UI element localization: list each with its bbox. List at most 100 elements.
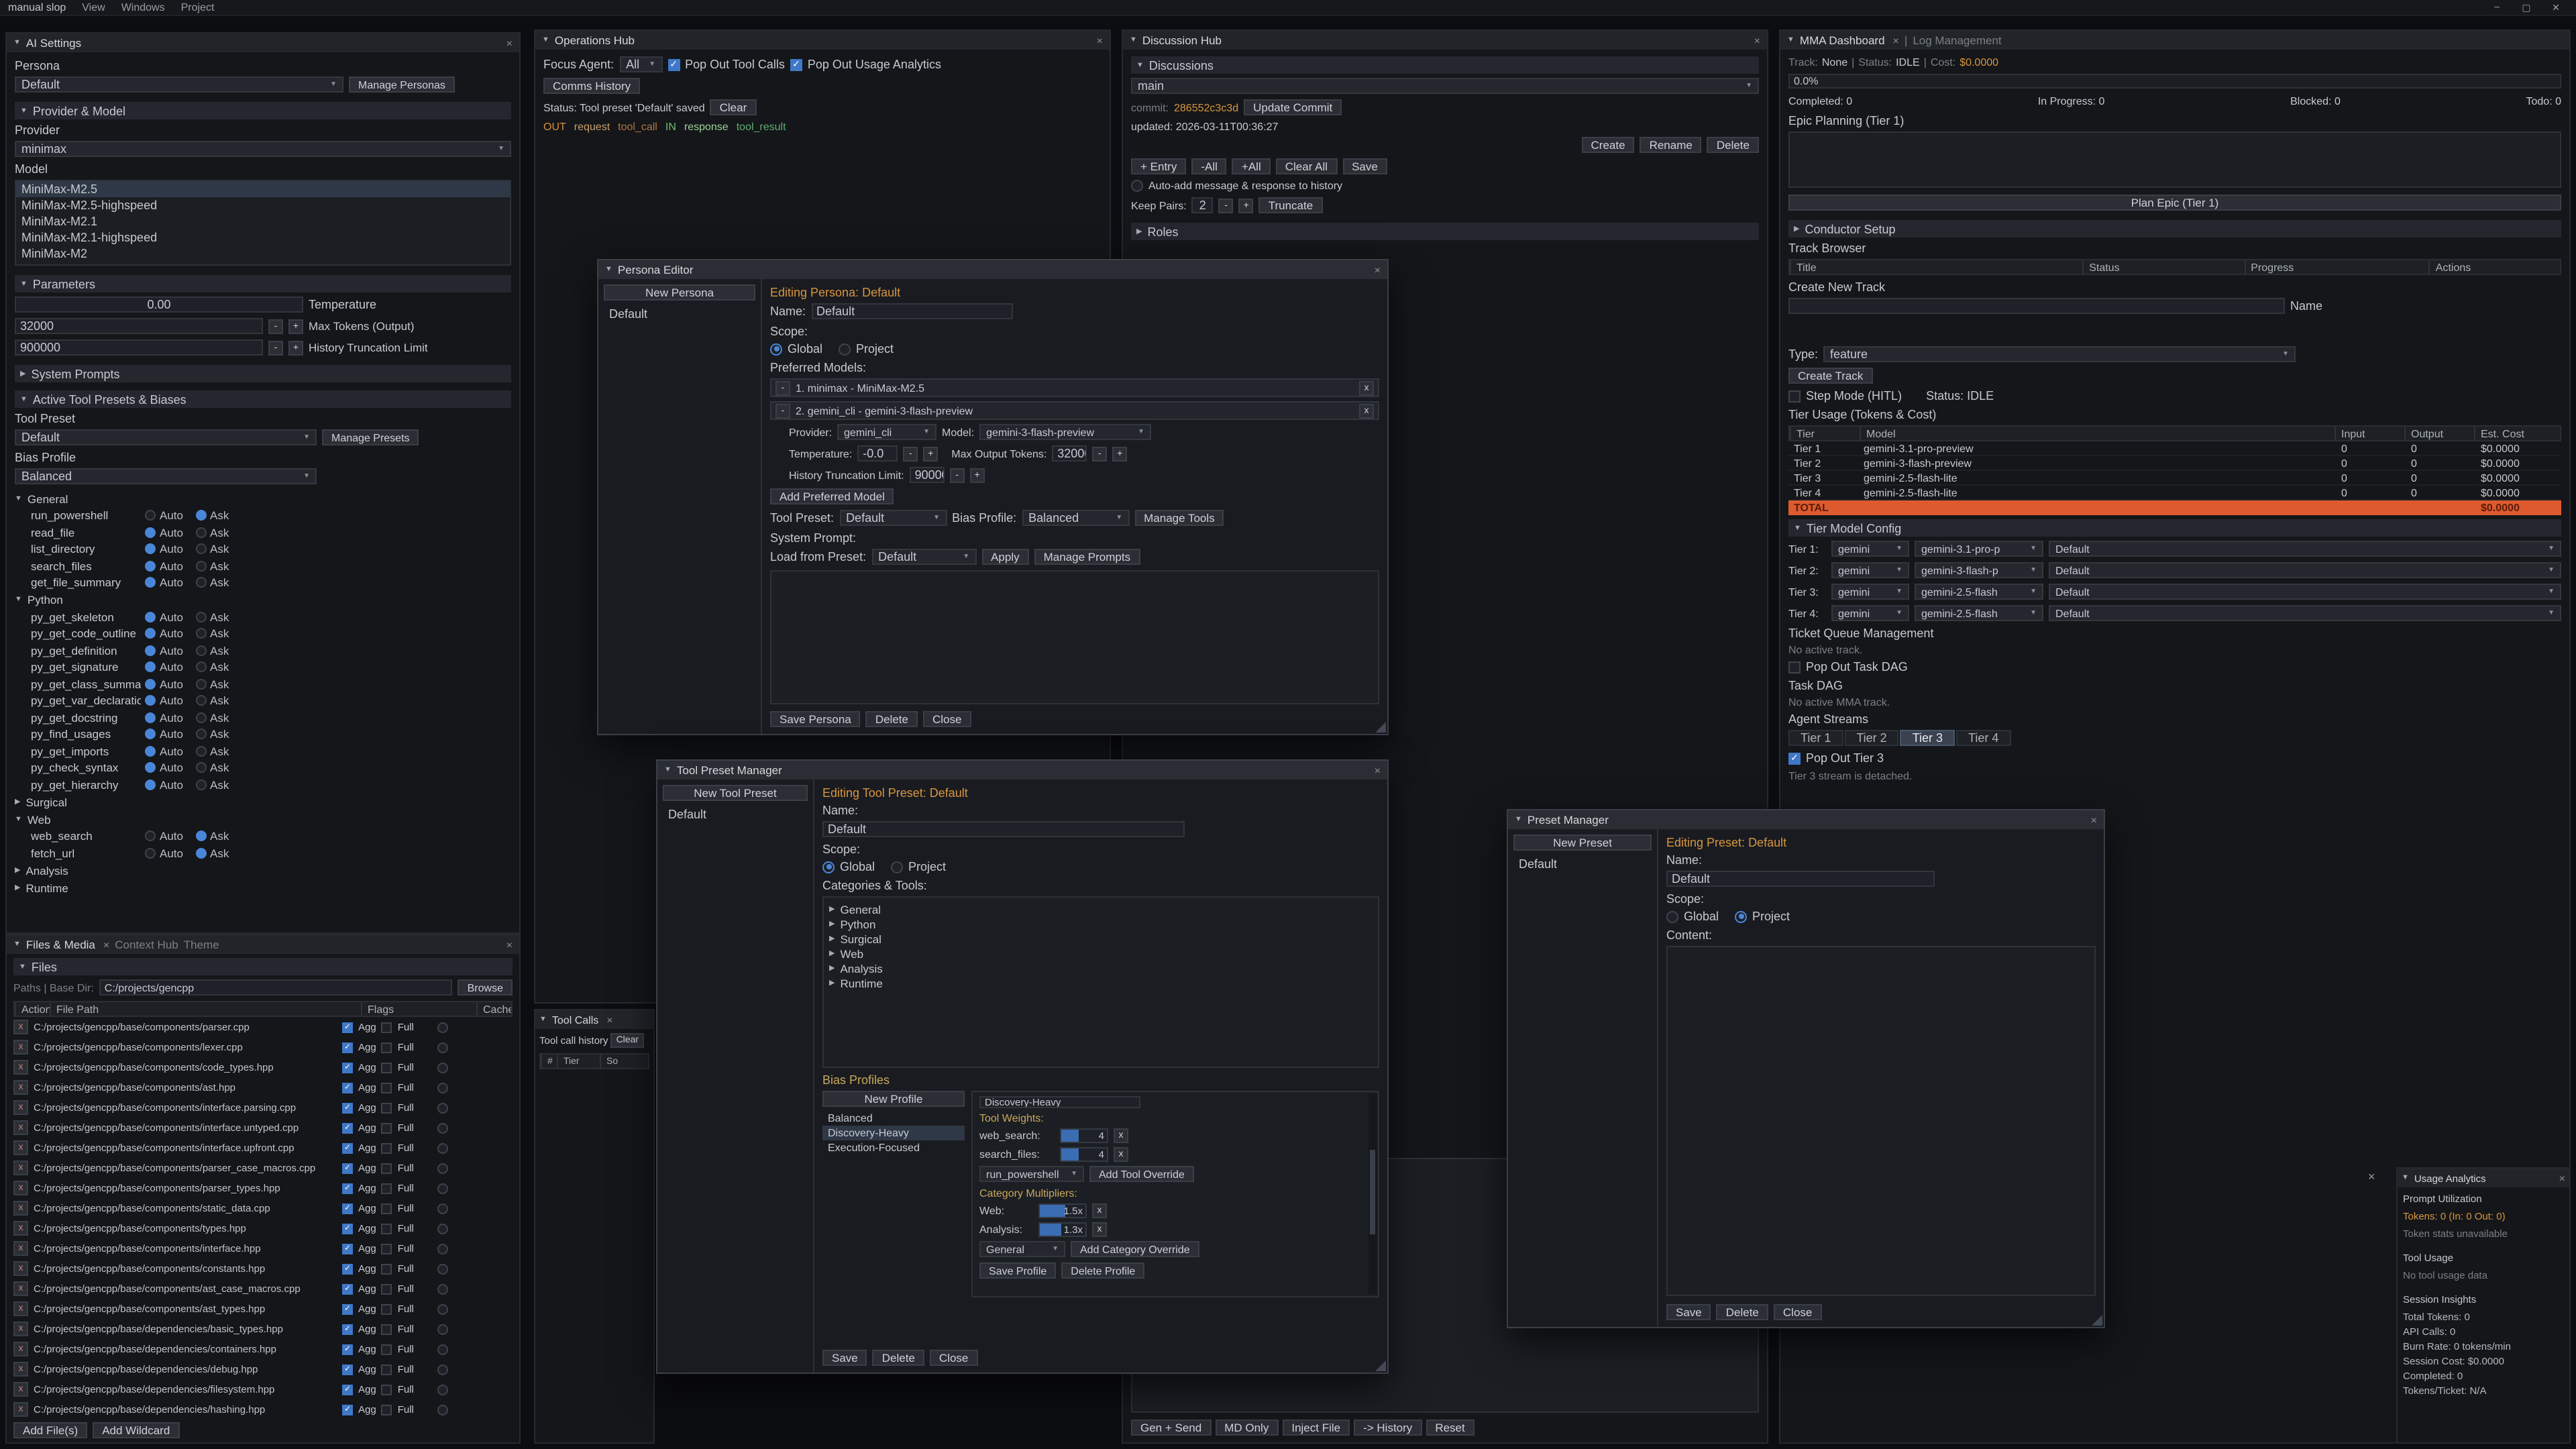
discussion-action-button[interactable]: Reset bbox=[1426, 1419, 1474, 1436]
remove-file-button[interactable]: x bbox=[13, 1080, 28, 1095]
agg-checkbox[interactable] bbox=[342, 1142, 353, 1153]
cache-radio[interactable] bbox=[438, 1283, 449, 1294]
temperature-input[interactable]: -0.0 bbox=[857, 445, 898, 462]
tab-mma-dashboard[interactable]: MMA Dashboard bbox=[1800, 34, 1885, 47]
cache-radio[interactable] bbox=[438, 1223, 449, 1234]
remove-file-button[interactable]: x bbox=[13, 1322, 28, 1336]
full-checkbox[interactable] bbox=[382, 1283, 392, 1294]
cache-radio[interactable] bbox=[438, 1042, 449, 1053]
keep-pairs-input[interactable]: 2 bbox=[1192, 197, 1214, 213]
auto-radio[interactable] bbox=[145, 780, 156, 790]
agg-checkbox[interactable] bbox=[342, 1022, 353, 1032]
cache-radio[interactable] bbox=[438, 1203, 449, 1214]
auto-add-checkbox[interactable] bbox=[1131, 180, 1143, 192]
close-icon[interactable]: × bbox=[1754, 34, 1760, 46]
update-commit-button[interactable]: Update Commit bbox=[1244, 99, 1342, 115]
new-tool-preset-button[interactable]: New Tool Preset bbox=[663, 785, 808, 801]
add-category-override-button[interactable]: Add Category Override bbox=[1071, 1241, 1199, 1257]
decrement-button[interactable]: - bbox=[268, 319, 283, 333]
ask-radio[interactable] bbox=[195, 746, 206, 757]
new-preset-button[interactable]: New Preset bbox=[1513, 835, 1652, 851]
clear-button[interactable]: Clear bbox=[611, 1033, 644, 1048]
tier-provider-select[interactable]: gemini ▼ bbox=[1831, 605, 1909, 621]
delete-button[interactable]: Delete bbox=[1717, 1304, 1768, 1320]
new-profile-button[interactable]: New Profile bbox=[822, 1091, 965, 1107]
auto-radio[interactable] bbox=[145, 763, 156, 773]
remove-file-button[interactable]: x bbox=[13, 1261, 28, 1276]
scrollbar[interactable] bbox=[1368, 1093, 1377, 1295]
model-option[interactable]: MiniMax-M2.1 bbox=[16, 213, 510, 229]
ask-radio[interactable] bbox=[195, 511, 206, 521]
multiplier-slider[interactable]: 1.5x bbox=[1038, 1203, 1087, 1218]
auto-radio[interactable] bbox=[145, 561, 156, 572]
ai-settings-header[interactable]: ▼ AI Settings × bbox=[7, 34, 519, 52]
agg-checkbox[interactable] bbox=[342, 1404, 353, 1415]
cache-radio[interactable] bbox=[438, 1404, 449, 1415]
resize-grip[interactable] bbox=[2092, 1315, 2102, 1326]
remove-file-button[interactable]: x bbox=[13, 1342, 28, 1356]
full-checkbox[interactable] bbox=[382, 1223, 392, 1234]
create-track-button[interactable]: Create Track bbox=[1788, 368, 1872, 384]
model-option[interactable]: MiniMax-M2.5-highspeed bbox=[16, 197, 510, 213]
ask-radio[interactable] bbox=[195, 848, 206, 859]
bias-profile-item[interactable]: Discovery-Heavy bbox=[822, 1126, 965, 1140]
remove-model-button[interactable]: x bbox=[1359, 403, 1374, 418]
collapse-model-button[interactable]: - bbox=[775, 403, 790, 418]
ask-radio[interactable] bbox=[195, 696, 206, 706]
tier-provider-select[interactable]: gemini ▼ bbox=[1831, 584, 1909, 600]
epic-planning-input[interactable] bbox=[1788, 131, 2561, 188]
tool-preset-select[interactable]: Default ▼ bbox=[839, 510, 947, 526]
collapse-icon[interactable]: ▼ bbox=[539, 1016, 547, 1024]
delete-persona-button[interactable]: Delete bbox=[866, 711, 918, 727]
agg-checkbox[interactable] bbox=[342, 1203, 353, 1214]
auto-radio[interactable] bbox=[145, 544, 156, 555]
persona-name-input[interactable]: Default bbox=[811, 303, 1012, 319]
track-name-input[interactable] bbox=[1788, 298, 2285, 314]
weight-slider[interactable]: 4 bbox=[1060, 1147, 1108, 1162]
cache-radio[interactable] bbox=[438, 1122, 449, 1133]
increment-button[interactable]: + bbox=[288, 319, 303, 333]
remove-file-button[interactable]: x bbox=[13, 1060, 28, 1075]
persona-list-item[interactable]: Default bbox=[604, 306, 755, 322]
remove-file-button[interactable]: x bbox=[13, 1100, 28, 1115]
remove-multiplier-button[interactable]: x bbox=[1092, 1203, 1107, 1218]
apply-button[interactable]: Apply bbox=[981, 549, 1029, 565]
agg-checkbox[interactable] bbox=[342, 1102, 353, 1113]
tool-preset-name-input[interactable]: Default bbox=[822, 821, 1185, 837]
tier-model-select[interactable]: gemini-3.1-pro-p ▼ bbox=[1915, 541, 2043, 557]
close-button[interactable]: Close bbox=[923, 711, 971, 727]
persona-select[interactable]: Default ▼ bbox=[15, 76, 343, 93]
save-persona-button[interactable]: Save Persona bbox=[770, 711, 861, 727]
tier-provider-select[interactable]: gemini ▼ bbox=[1831, 562, 1909, 578]
step-mode-checkbox[interactable] bbox=[1788, 390, 1801, 402]
remove-weight-button[interactable]: x bbox=[1114, 1128, 1128, 1143]
clear-button[interactable]: Clear bbox=[710, 99, 757, 115]
section-conductor-setup[interactable]: ▶ Conductor Setup bbox=[1788, 220, 2561, 237]
manage-presets-button[interactable]: Manage Presets bbox=[322, 429, 419, 445]
full-checkbox[interactable] bbox=[382, 1364, 392, 1375]
agg-checkbox[interactable] bbox=[342, 1344, 353, 1354]
agg-checkbox[interactable] bbox=[342, 1303, 353, 1314]
full-checkbox[interactable] bbox=[382, 1142, 392, 1153]
menu-item[interactable]: View bbox=[82, 1, 105, 13]
auto-radio[interactable] bbox=[145, 848, 156, 859]
remove-file-button[interactable]: x bbox=[13, 1281, 28, 1296]
manage-tools-button[interactable]: Manage Tools bbox=[1134, 510, 1224, 526]
tool-group-python[interactable]: ▼ Python bbox=[15, 591, 511, 608]
close-icon[interactable]: × bbox=[2559, 1172, 2565, 1184]
agg-checkbox[interactable] bbox=[342, 1223, 353, 1234]
section-active-presets[interactable]: ▼ Active Tool Presets & Biases bbox=[15, 390, 511, 408]
tier-provider-select[interactable]: gemini ▼ bbox=[1831, 541, 1909, 557]
preset-list-item[interactable]: Default bbox=[1513, 856, 1652, 872]
category-override-select[interactable]: General ▼ bbox=[979, 1241, 1065, 1257]
remove-file-button[interactable]: x bbox=[13, 1221, 28, 1236]
tool-override-select[interactable]: run_powershell ▼ bbox=[979, 1166, 1084, 1182]
increment-button[interactable]: + bbox=[970, 468, 985, 482]
tool-group-surgical[interactable]: ▶ Surgical bbox=[15, 793, 511, 810]
delete-discussion-button[interactable]: Delete bbox=[1707, 137, 1759, 153]
tool-preset-select[interactable]: Default ▼ bbox=[15, 429, 317, 445]
model-option[interactable]: MiniMax-M2.5 bbox=[16, 181, 510, 197]
provider-select[interactable]: minimax ▼ bbox=[15, 141, 511, 157]
delete-button[interactable]: Delete bbox=[873, 1350, 924, 1366]
focus-agent-select[interactable]: All ▼ bbox=[619, 56, 662, 72]
